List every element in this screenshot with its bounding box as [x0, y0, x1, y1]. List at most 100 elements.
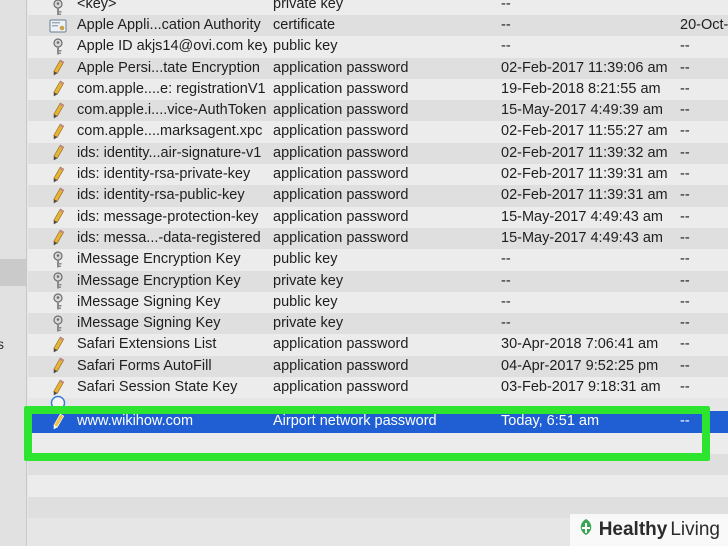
item-name: iMessage Encryption Key [77, 272, 241, 289]
leaf-logo-icon [576, 517, 596, 543]
item-date-modified: -- [501, 293, 511, 310]
item-date-modified: 03-Feb-2017 9:18:31 am [501, 379, 661, 396]
item-name: Safari Extensions List [77, 336, 217, 353]
item-date-modified: -- [501, 251, 511, 268]
item-date-modified: 02-Feb-2017 11:39:31 am [501, 166, 668, 183]
item-name: Apple Persi...tate Encryption [77, 59, 260, 76]
item-name: Apple ID akjs14@ovi.com key [77, 38, 267, 55]
item-name: com.apple....e: registrationV1 [77, 80, 266, 97]
certificate-icon [48, 15, 68, 36]
item-kind: application password [273, 208, 409, 225]
item-kind: application password [273, 123, 409, 140]
item-kind: application password [273, 80, 409, 97]
item-expires: -- [680, 59, 690, 76]
key-icon [48, 313, 68, 334]
item-expires: -- [680, 123, 690, 140]
watermark-text-living: Living [670, 519, 720, 540]
item-name: iMessage Encryption Key [77, 251, 241, 268]
list-item[interactable]: iMessage Encryption Key public key -- -- [28, 249, 728, 271]
sidebar-selected-category[interactable] [0, 259, 27, 286]
pencil-icon [48, 356, 68, 377]
item-name: ids: messa...-data-registered [77, 229, 261, 246]
item-date-modified: 02-Feb-2017 11:39:06 am [501, 59, 668, 76]
list-item[interactable]: iMessage Signing Key private key -- -- [28, 313, 728, 335]
list-item[interactable]: com.apple.i....vice-AuthToken application… [28, 100, 728, 122]
list-item[interactable]: Apple Appli...cation Authority certificat… [28, 15, 728, 37]
item-date-modified: 02-Feb-2017 11:55:27 am [501, 123, 668, 140]
list-item[interactable]: ids: identity...air-signature-v1 applicat… [28, 142, 728, 165]
key-icon [48, 249, 68, 270]
item-kind: application password [273, 336, 409, 353]
item-name: ids: identity-rsa-public-key [77, 187, 245, 204]
item-name: com.apple....marksagent.xpc [77, 123, 263, 140]
item-expires: -- [680, 208, 690, 225]
pencil-icon [48, 79, 68, 100]
item-expires: 20-Oct- [680, 17, 728, 33]
item-expires: -- [680, 251, 690, 268]
item-name: com.apple.i....vice-AuthToken [77, 102, 267, 119]
watermark: Healthy Living [569, 514, 728, 546]
item-kind: application password [273, 166, 409, 183]
item-kind: private key [273, 0, 344, 12]
list-item[interactable]: com.apple....marksagent.xpc application p… [28, 121, 728, 143]
item-date-modified: 30-Apr-2018 7:06:41 am [501, 336, 659, 353]
key-icon [48, 292, 68, 313]
item-date-modified: -- [501, 38, 511, 55]
item-date-modified: -- [501, 315, 511, 332]
item-expires: -- [680, 80, 690, 97]
item-name: Safari Session State Key [77, 379, 238, 396]
item-name: ids: identity...air-signature-v1 [77, 144, 262, 161]
list-item[interactable]: ids: messa...-data-registered application… [28, 227, 728, 250]
item-date-modified: -- [501, 17, 511, 33]
item-name: ids: message-protection-key [77, 208, 259, 225]
item-kind: public key [273, 293, 338, 310]
item-expires: -- [680, 38, 690, 55]
list-item[interactable]: Safari Extensions List application passwo… [28, 334, 728, 356]
item-date-modified: -- [501, 272, 511, 289]
highlight-box [24, 406, 710, 461]
pencil-icon [48, 58, 68, 79]
pencil-icon [48, 121, 68, 142]
item-name: ids: identity-rsa-private-key [77, 166, 251, 183]
item-kind: application password [273, 144, 409, 161]
list-item[interactable]: <key> private key -- [28, 0, 728, 15]
watermark-text-healthy: Healthy [598, 519, 668, 540]
item-expires: -- [680, 102, 690, 119]
item-kind: application password [273, 379, 409, 396]
item-kind: application password [273, 102, 409, 119]
item-date-modified: 19-Feb-2018 8:21:55 am [501, 80, 661, 97]
pencil-icon [48, 185, 68, 206]
item-kind: certificate [273, 17, 336, 33]
pencil-icon [48, 164, 68, 185]
item-name: iMessage Signing Key [77, 293, 221, 310]
item-date-modified: 02-Feb-2017 11:39:32 am [501, 144, 668, 161]
list-item[interactable]: ids: identity-rsa-private-key application… [28, 164, 728, 186]
item-expires: -- [680, 144, 690, 161]
list-item[interactable]: Safari Session State Key application pass… [28, 377, 728, 399]
item-kind: private key [273, 272, 344, 289]
item-name: Safari Forms AutoFill [77, 357, 212, 374]
item-date-modified: 02-Feb-2017 11:39:31 am [501, 187, 668, 204]
pencil-icon [48, 228, 68, 249]
list-item[interactable]: iMessage Signing Key public key -- -- [28, 291, 728, 314]
item-name: Apple Appli...cation Authority [77, 17, 261, 33]
item-expires: -- [680, 229, 690, 246]
item-date-modified: 15-May-2017 4:49:43 am [501, 208, 664, 225]
list-item[interactable]: ids: identity-rsa-public-key application … [28, 185, 728, 207]
list-item[interactable]: ids: message-protection-key application p… [28, 206, 728, 228]
item-name: iMessage Signing Key [77, 315, 221, 332]
pencil-icon [48, 100, 68, 121]
list-item[interactable]: Apple ID akjs14@ovi.com key public key -- -… [28, 36, 728, 58]
list-item-empty [28, 475, 728, 497]
item-date-modified: 04-Apr-2017 9:52:25 pm [501, 357, 659, 374]
item-expires: -- [680, 293, 690, 310]
item-expires: -- [680, 315, 690, 332]
item-kind: application password [273, 357, 409, 374]
pencil-icon [48, 207, 68, 228]
list-item[interactable]: com.apple....e: registrationV1 applicatio… [28, 78, 728, 101]
list-item[interactable]: iMessage Encryption Key private key -- -- [28, 270, 728, 292]
list-item[interactable]: Safari Forms AutoFill application passwor… [28, 355, 728, 378]
item-date-modified: -- [501, 0, 511, 12]
item-kind: public key [273, 251, 338, 268]
list-item[interactable]: Apple Persi...tate Encryption application… [28, 57, 728, 79]
